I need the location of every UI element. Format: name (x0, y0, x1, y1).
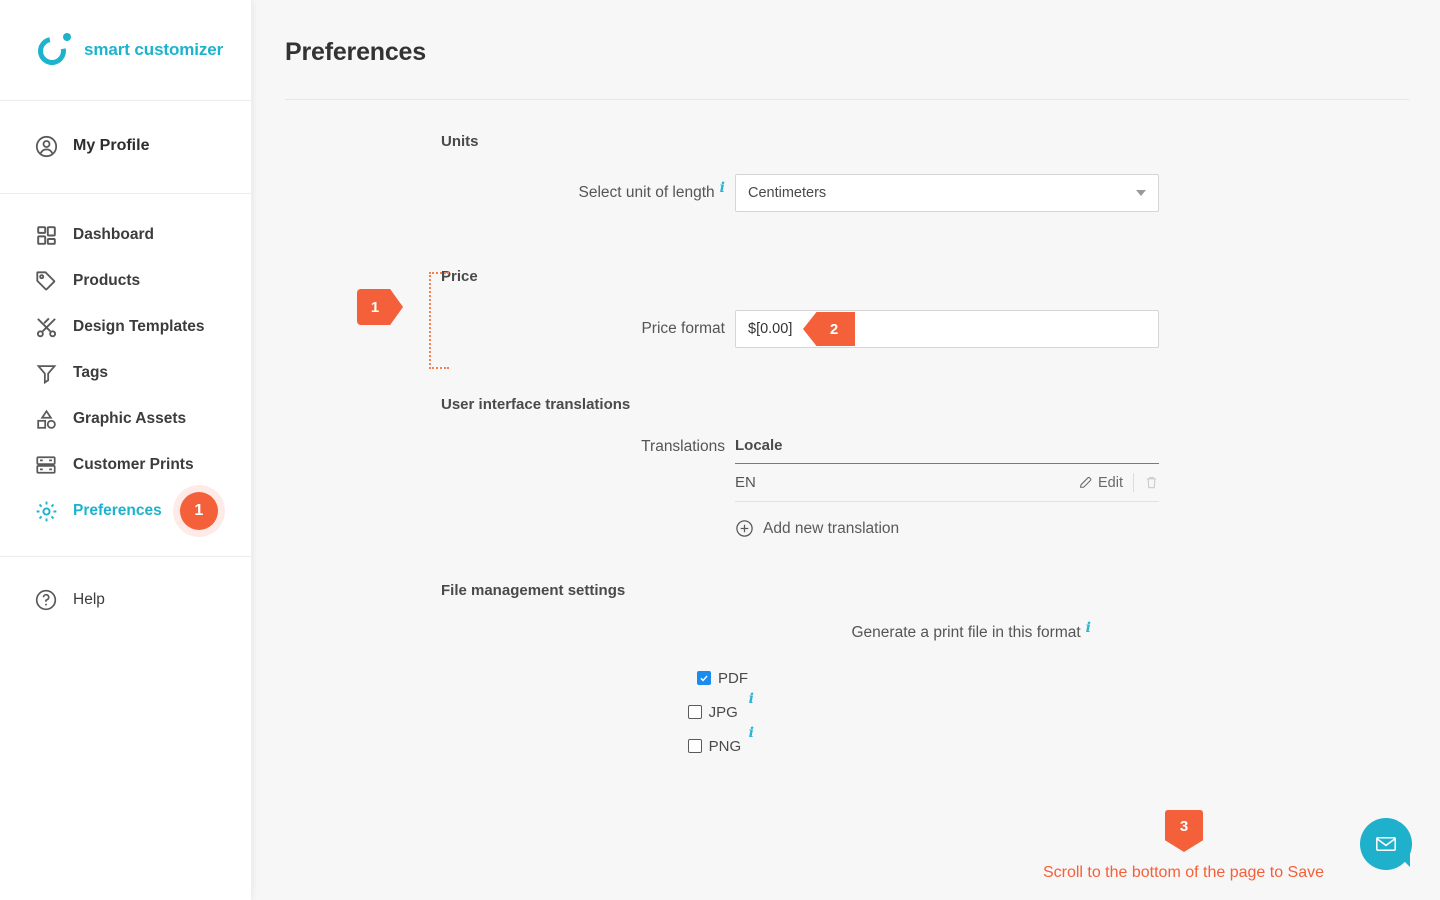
sidebar-item-label: Products (73, 272, 141, 289)
sidebar: smart customizer My Profile Dashboard Pr… (0, 0, 251, 900)
shapes-icon (32, 405, 60, 433)
section-file-management: File management settings Generate a prin… (285, 582, 1400, 763)
sidebar-item-my-profile[interactable]: My Profile (0, 123, 251, 169)
brand-name: smart customizer (84, 40, 224, 59)
price-format-input[interactable] (735, 310, 1159, 348)
locale-value: EN (735, 474, 756, 491)
funnel-icon (32, 359, 60, 387)
option-png: PNG i (285, 725, 1400, 763)
option-label-pdf: PDF (718, 669, 748, 687)
edit-label: Edit (1098, 474, 1123, 491)
sidebar-item-label: Preferences (73, 502, 162, 519)
chevron-down-icon (1136, 190, 1146, 196)
plus-circle-icon (736, 520, 753, 537)
info-icon[interactable]: i (720, 180, 725, 196)
section-translations: User interface translations Translations… (285, 396, 1400, 538)
field-print-format: Generate a print file in this format i (285, 620, 1400, 642)
step-badge-sidebar: 1 (179, 492, 218, 530)
sidebar-item-design-templates[interactable]: Design Templates (0, 304, 251, 350)
design-tools-icon (32, 313, 60, 341)
trash-icon (1146, 477, 1157, 489)
price-section-highlight-bracket (429, 272, 449, 369)
info-icon[interactable]: i (749, 725, 754, 741)
sidebar-item-products[interactable]: Products (0, 258, 251, 304)
print-format-label-text: Generate a print file in this format (851, 624, 1081, 641)
option-pdf: PDF (285, 661, 1400, 695)
checkbox-jpg[interactable] (687, 705, 702, 719)
sidebar-item-dashboard[interactable]: Dashboard (0, 212, 251, 258)
translations-column-header: Locale (735, 437, 1159, 464)
section-heading-units: Units (441, 133, 479, 150)
unit-of-length-label-text: Select unit of length (578, 184, 715, 201)
price-format-label-text: Price format (641, 320, 725, 337)
section-units: Units Select unit of length i Centimeter… (285, 133, 1400, 212)
sidebar-item-graphic-assets[interactable]: Graphic Assets (0, 396, 251, 442)
sidebar-item-label: Dashboard (73, 226, 154, 243)
sidebar-item-tags[interactable]: Tags (0, 350, 251, 396)
tag-icon (32, 267, 60, 295)
sidebar-item-label: Tags (73, 364, 109, 381)
sidebar-item-label: Help (73, 591, 105, 608)
sidebar-group-main: Dashboard Products Design Templates Tags… (0, 194, 251, 557)
info-icon[interactable]: i (1086, 620, 1091, 636)
section-price: 1 Price Price format 2 (285, 268, 1400, 369)
section-heading-translations: User interface translations (441, 396, 631, 413)
brand-logo[interactable]: smart customizer (0, 0, 251, 101)
page-title: Preferences (285, 38, 426, 66)
translations-table: Locale EN Edit Add new translation (735, 437, 1159, 538)
sidebar-item-customer-prints[interactable]: Customer Prints (0, 442, 251, 488)
unit-of-length-value: Centimeters (748, 185, 827, 201)
price-format-label: Price format (285, 320, 735, 338)
translations-label-text: Translations (641, 438, 725, 455)
edit-translation-button[interactable]: Edit (1078, 475, 1123, 491)
sidebar-item-label: My Profile (73, 137, 150, 154)
user-circle-icon (32, 132, 60, 160)
sidebar-item-label: Design Templates (73, 318, 205, 335)
unit-of-length-label: Select unit of length i (285, 180, 735, 202)
checkbox-pdf[interactable] (697, 671, 711, 685)
sidebar-group-profile: My Profile (0, 101, 251, 194)
translations-label: Translations (285, 437, 735, 456)
check-icon (700, 675, 708, 682)
sidebar-item-preferences[interactable]: Preferences 1 (0, 488, 251, 534)
pencil-icon (1079, 476, 1092, 488)
action-divider (1133, 473, 1134, 492)
logo-mark-icon (32, 31, 72, 71)
print-format-options: PDF JPG i PNG i (285, 661, 1400, 763)
envelope-icon (1376, 837, 1396, 851)
info-icon[interactable]: i (749, 691, 754, 707)
print-rows-icon (32, 451, 60, 479)
delete-translation-button[interactable] (1144, 475, 1159, 490)
table-row: EN Edit (735, 464, 1159, 502)
question-circle-icon (32, 586, 60, 614)
print-format-label: Generate a print file in this format i (285, 620, 1101, 642)
field-price-format: Price format 2 (285, 310, 1400, 348)
chat-widget-button[interactable] (1360, 818, 1412, 870)
section-heading-files: File management settings (441, 582, 626, 599)
dashboard-grid-icon (32, 221, 60, 249)
title-divider (285, 99, 1409, 100)
app-root: smart customizer My Profile Dashboard Pr… (0, 0, 1440, 900)
sidebar-item-help[interactable]: Help (0, 577, 251, 623)
field-translations: Translations Locale EN Edit Add new tran… (285, 437, 1400, 538)
field-unit-of-length: Select unit of length i Centimeters (285, 174, 1400, 212)
step-badge-scroll: 3 (1165, 810, 1203, 852)
option-jpg: JPG i (285, 691, 1400, 729)
sidebar-item-label: Customer Prints (73, 456, 194, 473)
main-content: Preferences Units Select unit of length … (251, 0, 1440, 900)
option-label-jpg: JPG (708, 703, 738, 721)
unit-of-length-select[interactable]: Centimeters (735, 174, 1159, 212)
add-new-translation-label: Add new translation (763, 519, 900, 537)
row-actions: Edit (1078, 473, 1159, 492)
add-new-translation-button[interactable]: Add new translation (735, 519, 1159, 538)
gear-icon (32, 497, 60, 525)
option-label-png: PNG (708, 737, 742, 755)
checkbox-png[interactable] (687, 739, 702, 753)
scroll-to-save-note: Scroll to the bottom of the page to Save (1042, 864, 1324, 881)
sidebar-group-help: Help (0, 557, 251, 643)
sidebar-item-label: Graphic Assets (73, 410, 187, 427)
section-heading-price: Price (441, 268, 478, 285)
